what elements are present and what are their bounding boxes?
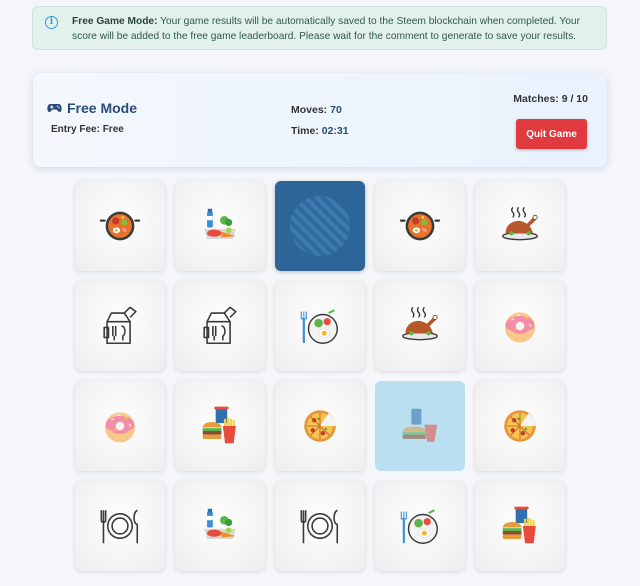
memory-card[interactable] (375, 381, 465, 471)
moves-counter: Moves: 70 (291, 104, 342, 116)
fast-food-icon (502, 506, 536, 544)
soda-burger-icon (402, 408, 438, 442)
gamepad-icon (47, 104, 62, 112)
moves-value: 70 (330, 104, 342, 116)
game-status-panel: Free Mode Entry Fee: Free Moves: 70 Time… (33, 73, 607, 167)
memory-card[interactable] (375, 181, 465, 271)
paella-pan-icon (99, 211, 141, 241)
mode-label: Free Mode (67, 100, 138, 116)
pizza-icon (304, 410, 336, 442)
memory-card[interactable] (275, 481, 365, 571)
breakfast-plate-icon (400, 509, 438, 544)
memory-card[interactable] (475, 281, 565, 371)
donut-icon (504, 312, 536, 343)
memory-card[interactable] (75, 481, 165, 571)
fast-food-icon (202, 406, 236, 444)
card-back-pattern-icon (290, 196, 350, 256)
memory-card[interactable] (75, 381, 165, 471)
entry-fee-value: Free (102, 124, 124, 135)
matches-value: 9 / 10 (561, 93, 588, 105)
mode-title: Free Mode (47, 100, 137, 116)
entry-fee: Entry Fee: Free (51, 124, 124, 135)
memory-card[interactable] (375, 481, 465, 571)
groceries-icon (204, 508, 236, 539)
matches-label: Matches: (513, 93, 559, 105)
memory-card[interactable] (475, 381, 565, 471)
plate-cutlery-icon (100, 509, 139, 544)
memory-card[interactable] (375, 281, 465, 371)
moves-label: Moves: (291, 104, 328, 116)
roast-chicken-icon (502, 206, 538, 241)
memory-card[interactable] (75, 281, 165, 371)
info-notice: i Free Game Mode: Your game results will… (32, 6, 607, 50)
plate-cutlery-icon (300, 509, 339, 544)
memory-card[interactable] (175, 381, 265, 471)
pizza-icon (504, 410, 536, 442)
roast-chicken-icon (402, 306, 438, 341)
memory-card[interactable] (475, 181, 565, 271)
paella-pan-icon (399, 211, 441, 241)
memory-card[interactable] (175, 181, 265, 271)
notice-title: Free Game Mode: (72, 16, 158, 27)
memory-card[interactable] (475, 481, 565, 571)
time-label: Time: (291, 125, 319, 137)
time-value: 02:31 (321, 125, 349, 137)
time-counter: Time: 02:31 (291, 125, 349, 137)
breakfast-plate-icon (300, 309, 338, 344)
matches-counter: Matches: 9 / 10 (513, 93, 588, 105)
entry-fee-label: Entry Fee: (51, 124, 100, 135)
memory-card[interactable] (275, 381, 365, 471)
info-icon: i (45, 16, 58, 29)
memory-card[interactable] (175, 281, 265, 371)
notice-message: Free Game Mode: Your game results will b… (72, 14, 594, 44)
memory-card[interactable] (275, 281, 365, 371)
memory-card[interactable] (275, 181, 365, 271)
memory-card[interactable] (75, 181, 165, 271)
groceries-icon (204, 208, 236, 239)
memory-card[interactable] (175, 481, 265, 571)
card-grid (75, 181, 565, 571)
takeaway-bag-icon (103, 306, 137, 345)
quit-game-button[interactable]: Quit Game (516, 119, 587, 149)
takeaway-bag-icon (203, 306, 237, 345)
donut-icon (104, 412, 136, 443)
